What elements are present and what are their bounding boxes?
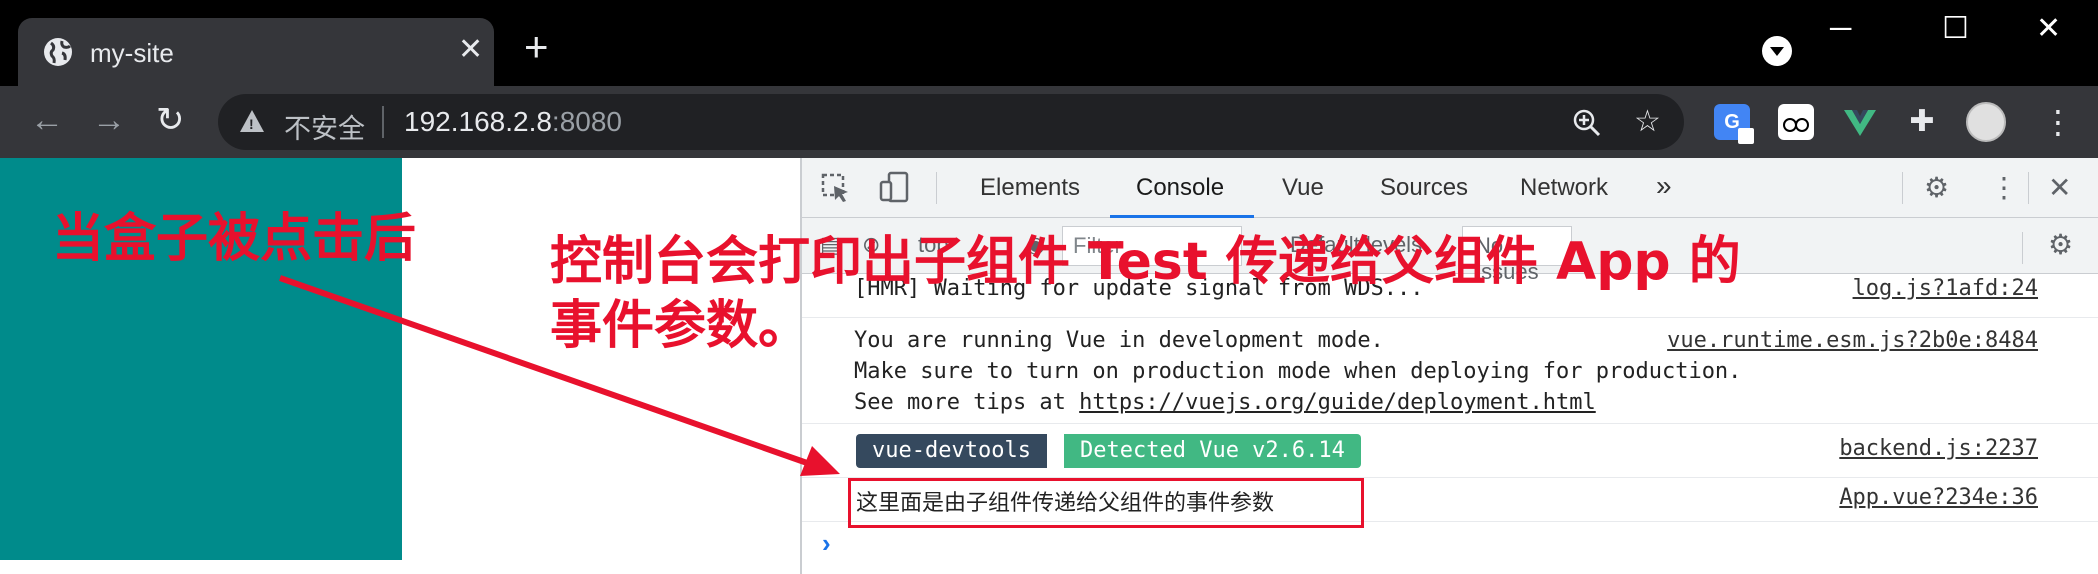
highlight-box (848, 478, 1364, 528)
source-link[interactable]: backend.js:2237 (1839, 436, 2038, 461)
tab-network[interactable]: Network (1520, 174, 1608, 202)
window-close-button[interactable]: ✕ (2036, 14, 2061, 44)
security-label[interactable]: 不安全 (284, 107, 365, 146)
docs-link[interactable]: https://vuejs.org/guide/deployment.html (1079, 390, 1596, 415)
divider (2028, 172, 2029, 204)
divider (2022, 232, 2023, 264)
new-tab-button[interactable]: + (524, 26, 549, 68)
gear-icon[interactable]: ⚙ (2048, 228, 2073, 261)
warning-icon[interactable] (240, 110, 264, 132)
arrow-left-icon[interactable]: ← (30, 100, 64, 140)
annotation-right-line2: 事件参数。 (550, 296, 811, 356)
zoom-icon[interactable] (1572, 108, 1602, 138)
minimize-button[interactable]: ─ (1830, 14, 1851, 44)
puzzle-icon[interactable]: ✚ (1904, 104, 1940, 140)
console-message: vue-devtools Detected Vue v2.6.14 backen… (802, 424, 2098, 478)
tab-search-chevron-icon[interactable] (1762, 36, 1792, 66)
inspect-icon[interactable] (820, 172, 852, 204)
browser-title-bar: my-site ✕ + ─ ☐ ✕ (0, 0, 2098, 86)
cat-icon[interactable] (1778, 104, 1814, 140)
vue-devtools-icon[interactable] (1842, 104, 1878, 140)
tab-sources[interactable]: Sources (1380, 174, 1468, 202)
more-options-icon[interactable]: ⋮ (1990, 172, 2018, 204)
tab-title: my-site (90, 38, 174, 68)
console-message-line: See more tips at https://vuejs.org/guide… (854, 390, 1596, 415)
source-link[interactable]: log.js?1afd:24 (1853, 276, 2038, 301)
menu-dots-icon[interactable]: ⋮ (2042, 102, 2074, 142)
console-message-text: Make sure to turn on production mode whe… (854, 359, 1742, 384)
url-text[interactable]: 192.168.2.8:8080 (404, 106, 622, 138)
source-link[interactable]: App.vue?234e:36 (1839, 485, 2038, 510)
annotation-left: 当盒子被点击后 (52, 209, 417, 269)
divider (382, 106, 384, 138)
globe-icon (44, 38, 72, 66)
console-message-text: See more tips at (854, 390, 1080, 415)
browser-tab[interactable]: my-site ✕ (18, 18, 494, 86)
url-host: 192.168.2.8 (404, 106, 552, 137)
console-prompt-icon[interactable]: › (822, 528, 831, 559)
reload-icon[interactable]: ↻ (156, 100, 185, 140)
tab-console[interactable]: Console (1136, 174, 1224, 202)
maximize-button[interactable]: ☐ (1942, 14, 1969, 44)
avatar[interactable] (1966, 102, 2006, 142)
tab-vue[interactable]: Vue (1282, 174, 1324, 202)
divider (936, 172, 937, 204)
arrow-right-icon[interactable]: → (92, 100, 126, 140)
divider (1902, 172, 1903, 204)
annotation-right-line1: 控制台会打印出子组件 Test 传递给父组件 App 的 (550, 232, 1741, 292)
star-icon[interactable]: ☆ (1634, 106, 1661, 138)
gear-icon[interactable]: ⚙ (1924, 172, 1949, 204)
close-icon[interactable]: ✕ (458, 32, 483, 68)
devtools-tab-bar: Elements Console Vue Sources Network » ⚙… (802, 158, 2098, 218)
vue-devtools-badge: vue-devtools (856, 434, 1047, 468)
vue-version-badge: Detected Vue v2.6.14 (1064, 434, 1361, 468)
annotation-right: 控制台会打印出子组件 Test 传递给父组件 App 的 事件参数。 (550, 230, 1741, 358)
google-translate-icon[interactable]: G (1714, 104, 1754, 144)
address-bar[interactable]: 不安全 192.168.2.8:8080 ☆ (218, 94, 1684, 150)
close-icon[interactable]: ✕ (2048, 172, 2071, 204)
more-tabs-icon[interactable]: » (1656, 170, 1672, 202)
tab-elements[interactable]: Elements (980, 174, 1080, 202)
device-toolbar-icon[interactable] (878, 170, 912, 204)
url-port: :8080 (551, 106, 622, 137)
browser-toolbar: ← → ↻ 不安全 192.168.2.8:8080 ☆ G ✚ ⋮ (0, 86, 2098, 158)
